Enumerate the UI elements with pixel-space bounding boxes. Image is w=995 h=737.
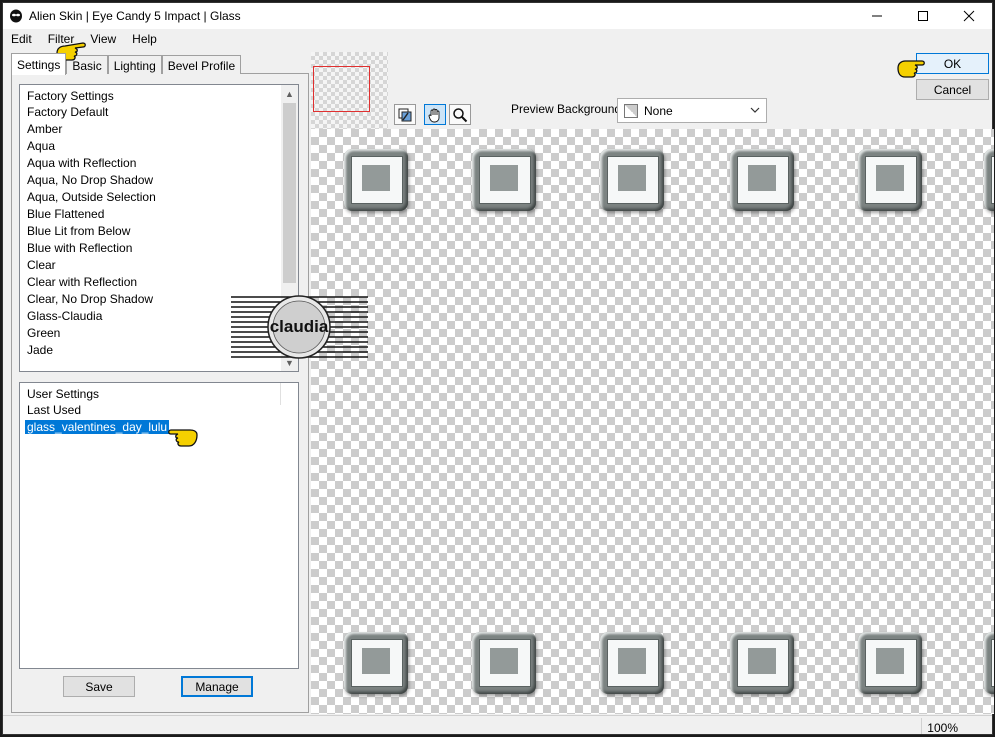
scroll-thumb[interactable]	[283, 103, 296, 283]
list-item-label: Green	[27, 326, 61, 340]
glass-tile	[984, 149, 994, 211]
hand-icon	[428, 108, 440, 122]
title-bar: Alien Skin | Eye Candy 5 Impact | Glass	[3, 3, 992, 29]
glass-tile	[600, 632, 664, 694]
list-item[interactable]: Amber	[20, 120, 298, 137]
list-item[interactable]: Aqua, No Drop Shadow	[20, 171, 298, 188]
glass-tile	[730, 632, 794, 694]
maximize-button[interactable]	[900, 3, 946, 29]
list-item-label: Blue with Reflection	[27, 241, 133, 255]
list-item-label: Glass-Claudia	[27, 309, 103, 323]
status-bar: 100%	[3, 715, 992, 735]
factory-settings-header: Factory Settings	[27, 89, 114, 103]
watermark-text: claudia	[270, 317, 329, 336]
list-item[interactable]: Blue Lit from Below	[20, 222, 298, 239]
pointing-hand-icon	[168, 429, 198, 447]
save-button[interactable]: Save	[63, 676, 135, 697]
glass-tile	[344, 149, 408, 211]
list-item-label: Factory Default	[27, 105, 109, 119]
list-item[interactable]: Aqua	[20, 137, 298, 154]
glass-tile	[730, 149, 794, 211]
glass-tile	[472, 632, 536, 694]
list-item[interactable]: Clear with Reflection	[20, 273, 298, 290]
list-item[interactable]: Blue Flattened	[20, 205, 298, 222]
before-after-icon	[398, 108, 412, 121]
preview-background-label: Preview Background:	[511, 102, 625, 116]
navigator-viewport-box[interactable]	[313, 66, 370, 112]
magnifier-icon	[453, 107, 468, 122]
window-title: Alien Skin | Eye Candy 5 Impact | Glass	[29, 9, 241, 23]
glass-tile	[344, 632, 408, 694]
preview-background-select[interactable]: None	[617, 98, 767, 123]
list-item-label: Amber	[27, 122, 63, 136]
user-list-divider	[280, 383, 281, 405]
alien-skin-icon	[10, 9, 22, 23]
list-item-label: Blue Lit from Below	[27, 224, 131, 238]
tab-strip: Settings Basic Lighting Bevel Profile	[11, 53, 242, 75]
glass-tile	[858, 149, 922, 211]
preview-canvas[interactable]	[311, 129, 994, 714]
list-item-label: Clear	[27, 258, 56, 272]
list-item-label: Last Used	[27, 403, 82, 417]
close-button[interactable]	[946, 3, 992, 29]
preview-navigator[interactable]	[311, 52, 388, 129]
glass-tile	[858, 632, 922, 694]
hand-tool-button[interactable]	[424, 104, 446, 125]
list-item[interactable]: Aqua with Reflection	[20, 154, 298, 171]
list-item-label: Aqua, No Drop Shadow	[27, 173, 154, 187]
list-item-selected-preset[interactable]: glass_valentines_day_lulu	[20, 418, 298, 435]
zoom-level: 100%	[927, 721, 958, 735]
list-item-label: Aqua	[27, 139, 56, 153]
menu-edit[interactable]: Edit	[3, 30, 40, 50]
list-item[interactable]: Blue with Reflection	[20, 239, 298, 256]
user-settings-list[interactable]: User Settings Last Used glass_valentines…	[19, 382, 299, 669]
menu-help[interactable]: Help	[124, 30, 165, 50]
tab-bevel-profile[interactable]: Bevel Profile	[161, 55, 242, 74]
compare-tool-button[interactable]	[394, 104, 416, 125]
list-item[interactable]: Aqua, Outside Selection	[20, 188, 298, 205]
tab-settings[interactable]: Settings	[11, 53, 67, 75]
list-item-label: Aqua, Outside Selection	[27, 190, 156, 204]
preview-background-value: None	[644, 103, 673, 118]
cancel-button[interactable]: Cancel	[916, 79, 989, 100]
glass-tile	[472, 149, 536, 211]
close-icon	[963, 10, 975, 22]
list-item-label: Jade	[27, 343, 54, 357]
list-item-label: Clear with Reflection	[27, 275, 138, 289]
user-settings-header: User Settings	[27, 387, 100, 401]
manage-button[interactable]: Manage	[181, 676, 253, 697]
maximize-icon	[918, 11, 928, 21]
minimize-icon	[872, 15, 882, 17]
minimize-button[interactable]	[854, 3, 900, 29]
glass-tile	[600, 149, 664, 211]
list-item[interactable]: Clear	[20, 256, 298, 273]
list-item-label: glass_valentines_day_lulu	[23, 419, 171, 435]
tab-lighting[interactable]: Lighting	[107, 55, 162, 74]
list-item-label: Clear, No Drop Shadow	[27, 292, 154, 306]
glass-tile	[984, 632, 994, 694]
zoom-tool-button[interactable]	[449, 104, 471, 125]
pointing-hand-icon	[897, 60, 925, 78]
list-item[interactable]: Factory Default	[20, 103, 298, 120]
eye-candy-window: Alien Skin | Eye Candy 5 Impact | Glass …	[2, 2, 994, 735]
chevron-down-icon	[750, 107, 760, 113]
status-divider	[921, 718, 922, 734]
background-swatch-icon	[624, 103, 638, 118]
scroll-up-icon[interactable]: ▲	[281, 85, 298, 102]
list-item-last-used[interactable]: Last Used	[20, 401, 298, 418]
list-item-label: Blue Flattened	[27, 207, 105, 221]
list-item-label: Aqua with Reflection	[27, 156, 137, 170]
ok-button[interactable]: OK	[916, 53, 989, 74]
claudia-watermark: claudia	[231, 295, 368, 359]
